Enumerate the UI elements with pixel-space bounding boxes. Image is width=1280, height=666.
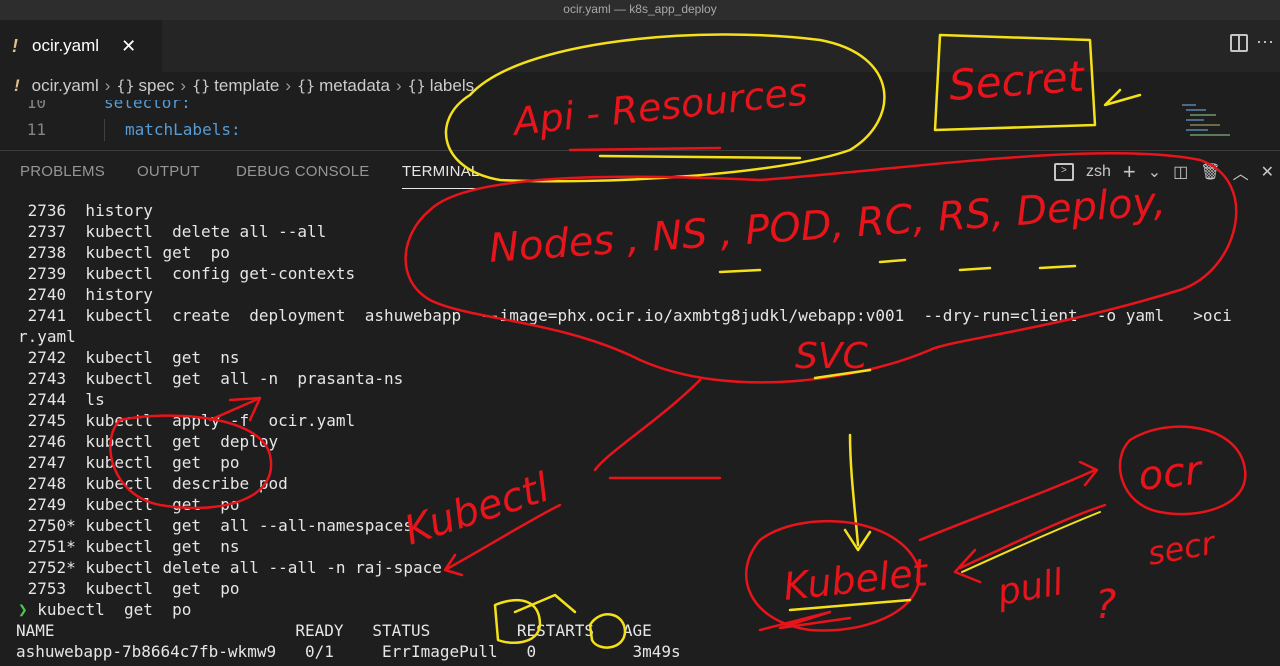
current-command: kubectl get po [27, 600, 192, 619]
terminal-icon: > [1053, 163, 1074, 181]
chevron-up-icon[interactable]: ︿ [1233, 160, 1249, 184]
chevron-right-icon: › [285, 76, 292, 95]
indent-guide [104, 119, 105, 141]
code-line: 11 matchLabels: [0, 119, 1280, 141]
history-line: 2738 kubectl get po [18, 243, 230, 262]
object-symbol-icon: {} [407, 77, 426, 95]
line-number: 10 [26, 100, 46, 112]
tab-ocir-yaml[interactable]: ! ocir.yaml ✕ [0, 20, 162, 72]
line-number: 11 [26, 120, 46, 139]
code-line: 10 selector: [0, 100, 1280, 114]
panel-tab-bar: PROBLEMS OUTPUT DEBUG CONSOLE TERMINAL >… [0, 150, 1280, 192]
tab-problems[interactable]: PROBLEMS [20, 163, 105, 180]
command-line: ❯ kubectl get po [18, 599, 191, 620]
terminal-output[interactable]: 2736 history 2737 kubectl delete all --a… [0, 198, 1280, 666]
window-title: ocir.yaml — k8s_app_deploy [0, 0, 1280, 20]
breadcrumb-item-metadata[interactable]: metadata [319, 76, 390, 96]
minimap[interactable] [1176, 100, 1234, 144]
chevron-down-icon[interactable]: ⌄ [1148, 162, 1161, 182]
add-terminal-icon[interactable]: + [1123, 159, 1136, 185]
object-symbol-icon: {} [116, 77, 135, 95]
breadcrumb-item-template[interactable]: template [214, 76, 279, 96]
breadcrumb-item-labels[interactable]: labels [430, 76, 474, 96]
object-symbol-icon: {} [297, 77, 316, 95]
history-line: 2741 kubectl create deployment ashuwebap… [18, 306, 1232, 325]
history-line: 2740 history [18, 285, 153, 304]
close-icon[interactable]: ✕ [121, 36, 136, 57]
tab-terminal[interactable]: TERMINAL [402, 163, 480, 189]
yaml-file-icon: ! [14, 76, 20, 95]
editor-tab-bar: ! ocir.yaml ✕ ⋯ [0, 20, 1280, 72]
history-line: 2749 kubectl get po [18, 495, 240, 514]
yaml-file-icon: ! [12, 35, 18, 56]
history-line: 2750* kubectl get all --all-namespaces [18, 516, 413, 535]
history-line-wrap: r.yaml [18, 327, 76, 346]
more-actions-icon[interactable]: ⋯ [1256, 32, 1274, 53]
trash-icon[interactable]: 🗑 [1200, 162, 1220, 182]
tab-debug-console[interactable]: DEBUG CONSOLE [236, 163, 369, 180]
code-text: selector: [104, 100, 191, 112]
history-line: 2748 kubectl describe pod [18, 474, 288, 493]
tab-output[interactable]: OUTPUT [137, 163, 200, 180]
tab-label: ocir.yaml [32, 36, 100, 55]
history-line: 2745 kubectl apply -f ocir.yaml [18, 411, 356, 430]
split-editor-icon[interactable] [1230, 34, 1248, 52]
history-line: 2742 kubectl get ns [18, 348, 240, 367]
chevron-right-icon: › [395, 76, 402, 95]
history-line: 2747 kubectl get po [18, 453, 240, 472]
breadcrumb-file[interactable]: ocir.yaml [32, 76, 99, 96]
history-line: 2744 ls [18, 390, 105, 409]
output-header: NAME READY STATUS RESTARTS AGE [16, 621, 652, 640]
breadcrumb: ! ocir.yaml › {} spec › {} template › {}… [0, 72, 1280, 100]
chevron-right-icon: › [180, 76, 187, 95]
shell-name[interactable]: zsh [1086, 163, 1111, 181]
code-text: matchLabels: [125, 120, 241, 139]
panel-actions: > zsh + ⌄ ◫ 🗑 ︿ ✕ [1048, 159, 1280, 185]
history-line: 2751* kubectl get ns [18, 537, 240, 556]
close-icon[interactable]: ✕ [1261, 162, 1274, 182]
output-row: ashuwebapp-7b8664c7fb-wkmw9 0/1 ErrImage… [16, 642, 681, 661]
history-line: 2739 kubectl config get-contexts [18, 264, 356, 283]
split-terminal-icon[interactable]: ◫ [1173, 162, 1188, 182]
history-line: 2736 history [18, 201, 153, 220]
history-line: 2753 kubectl get po [18, 579, 240, 598]
code-editor[interactable]: 10 selector: 11 matchLabels: [0, 100, 1280, 144]
breadcrumb-item-spec[interactable]: spec [138, 76, 174, 96]
prompt-icon: ❯ [18, 600, 28, 619]
history-line: 2752* kubectl delete all --all -n raj-sp… [18, 558, 442, 577]
history-line: 2746 kubectl get deploy [18, 432, 279, 451]
chevron-right-icon: › [104, 76, 111, 95]
history-line: 2743 kubectl get all -n prasanta-ns [18, 369, 404, 388]
object-symbol-icon: {} [192, 77, 211, 95]
history-line: 2737 kubectl delete all --all [18, 222, 327, 241]
